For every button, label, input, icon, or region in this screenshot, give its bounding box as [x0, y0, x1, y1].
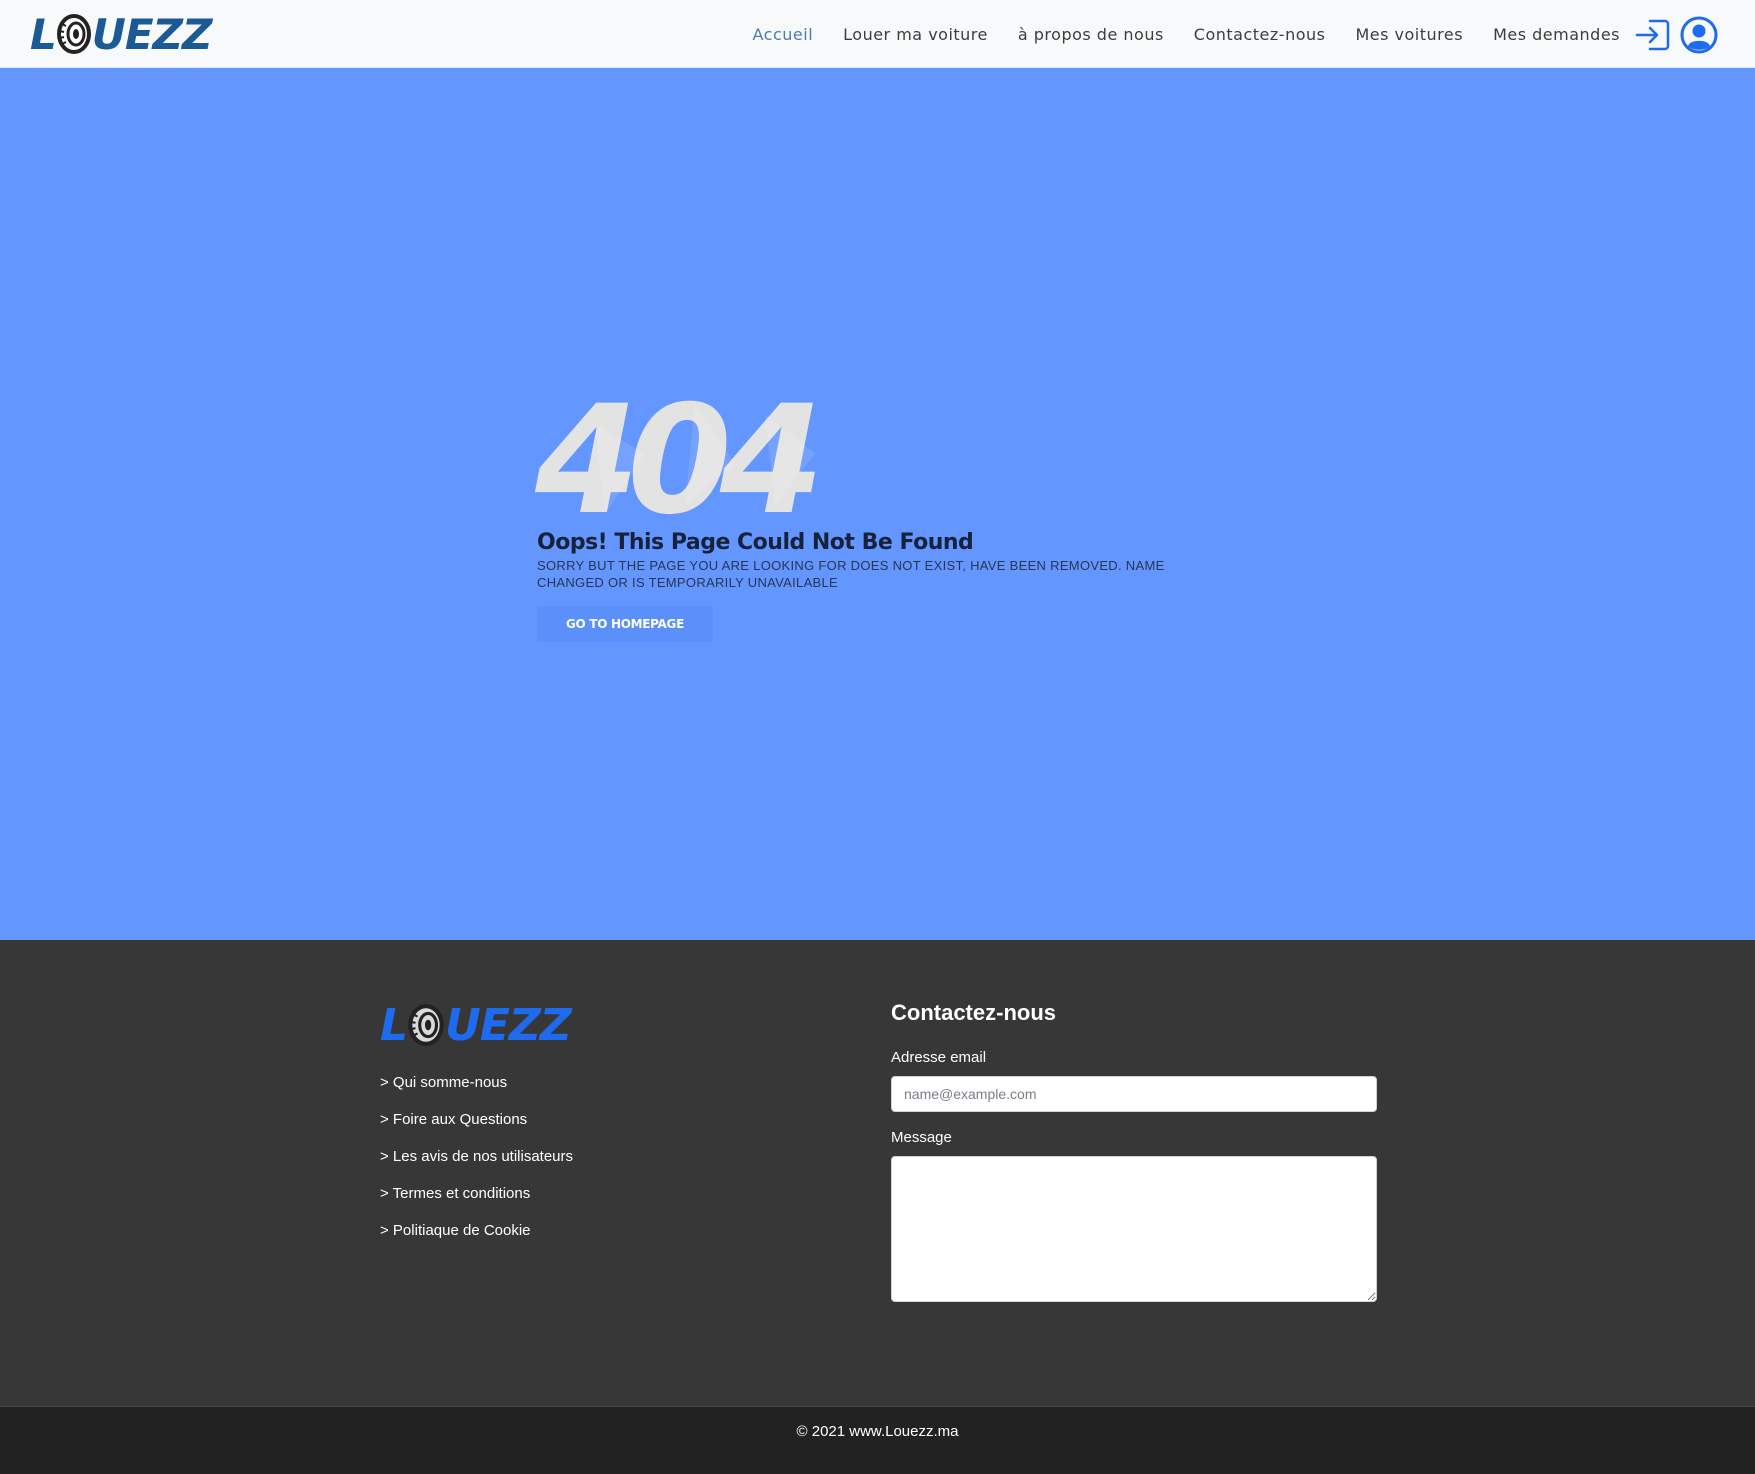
site-footer: L UEZZ > Qui somme-nous > Foire aux Ques… — [0, 940, 1755, 1406]
nav-mes-demandes[interactable]: Mes demandes — [1493, 25, 1620, 44]
copyright-bar: © 2021 www.Louezz.ma — [0, 1406, 1755, 1474]
footer-link-cookie[interactable]: > Politiaque de Cookie — [380, 1222, 573, 1259]
user-circle-icon[interactable] — [1680, 16, 1718, 54]
email-label: Adresse email — [891, 1049, 987, 1066]
nav-contactez-nous[interactable]: Contactez-nous — [1194, 25, 1326, 44]
error-title: Oops! This Page Could Not Be Found — [537, 530, 974, 555]
error-code-graphic: 404 — [535, 394, 828, 524]
footer-logo[interactable]: L UEZZ — [380, 999, 572, 1051]
copyright-text: © 2021 www.Louezz.ma — [796, 1423, 959, 1440]
logo-letters: UEZZ — [445, 999, 572, 1051]
message-textarea[interactable] — [891, 1156, 1377, 1302]
nav-louer-ma-voiture[interactable]: Louer ma voiture — [843, 25, 988, 44]
error-section: 404 Oops! This Page Could Not Be Found S… — [0, 68, 1755, 940]
main-nav: Accueil Louer ma voiture à propos de nou… — [723, 0, 1621, 68]
footer-link-avis[interactable]: > Les avis de nos utilisateurs — [380, 1148, 573, 1185]
email-field[interactable] — [891, 1076, 1377, 1112]
site-header: L UEZZ Accueil Louer ma voiture à propos… — [0, 0, 1755, 68]
message-label: Message — [891, 1129, 952, 1146]
go-to-homepage-button[interactable]: GO TO HOMEPAGE — [537, 606, 713, 642]
logo-letter-l: L — [380, 999, 408, 1051]
logo-letter-l: L — [30, 9, 57, 59]
error-message: SORRY BUT THE PAGE YOU ARE LOOKING FOR D… — [537, 558, 1165, 590]
contact-title: Contactez-nous — [891, 1000, 1056, 1025]
header-logo[interactable]: L UEZZ — [30, 9, 213, 59]
footer-link-faq[interactable]: > Foire aux Questions — [380, 1111, 573, 1148]
logo-letters: UEZZ — [91, 9, 213, 59]
footer-link-qui-somme-nous[interactable]: > Qui somme-nous — [380, 1074, 573, 1111]
footer-link-termes[interactable]: > Termes et conditions — [380, 1185, 573, 1222]
footer-links: > Qui somme-nous > Foire aux Questions >… — [380, 1074, 573, 1259]
tire-icon — [56, 14, 91, 54]
nav-a-propos[interactable]: à propos de nous — [1018, 25, 1164, 44]
nav-accueil[interactable]: Accueil — [753, 25, 814, 44]
login-arrow-icon[interactable] — [1634, 16, 1672, 54]
tire-icon — [408, 1004, 444, 1046]
nav-mes-voitures[interactable]: Mes voitures — [1355, 25, 1463, 44]
